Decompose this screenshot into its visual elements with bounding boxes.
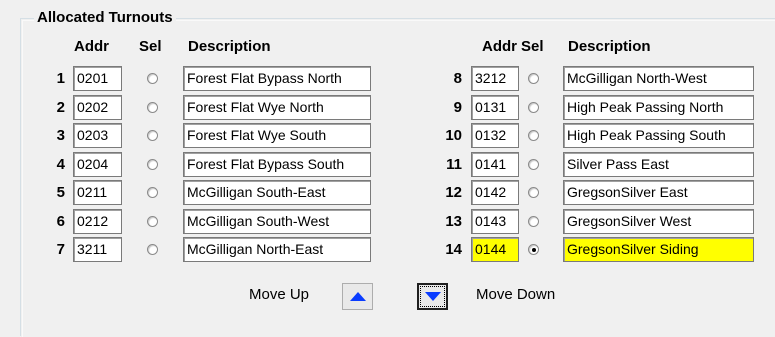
- select-radio[interactable]: [528, 216, 539, 227]
- description-field[interactable]: McGilligan North-East: [183, 237, 371, 262]
- addr-field[interactable]: 0131: [471, 95, 519, 120]
- move-down-label: Move Down: [476, 286, 556, 303]
- row-number: 14: [445, 241, 462, 258]
- addr-field[interactable]: 0211: [73, 180, 122, 205]
- addr-field[interactable]: 0143: [471, 209, 519, 234]
- addr-field[interactable]: 0141: [471, 152, 519, 177]
- addr-field[interactable]: 0202: [73, 95, 122, 120]
- select-radio[interactable]: [528, 244, 539, 255]
- select-radio[interactable]: [147, 73, 158, 84]
- row-number: 9: [453, 99, 462, 116]
- select-radio[interactable]: [147, 102, 158, 113]
- row-number: 4: [56, 156, 65, 173]
- description-field[interactable]: High Peak Passing South: [563, 123, 754, 148]
- description-field[interactable]: GregsonSilver West: [563, 209, 754, 234]
- arrow-up-icon: [350, 292, 366, 301]
- select-radio[interactable]: [528, 73, 539, 84]
- description-field[interactable]: Silver Pass East: [563, 152, 754, 177]
- group-title: Allocated Turnouts: [34, 9, 176, 27]
- description-field[interactable]: High Peak Passing North: [563, 95, 754, 120]
- description-field[interactable]: McGilligan South-West: [183, 209, 371, 234]
- description-field[interactable]: GregsonSilver Siding: [563, 237, 754, 262]
- addr-field[interactable]: 0142: [471, 180, 519, 205]
- move-down-button[interactable]: [417, 283, 448, 310]
- header-addr-right: Addr: [482, 38, 517, 55]
- select-radio[interactable]: [528, 102, 539, 113]
- row-number: 6: [56, 213, 65, 230]
- header-addr-left: Addr: [74, 38, 109, 55]
- description-field[interactable]: McGilligan North-West: [563, 66, 754, 91]
- move-up-label: Move Up: [249, 286, 310, 303]
- addr-field[interactable]: 3211: [73, 237, 122, 262]
- row-number: 12: [445, 184, 462, 201]
- select-radio[interactable]: [528, 130, 539, 141]
- row-number: 1: [56, 70, 65, 87]
- move-up-button[interactable]: [342, 283, 373, 310]
- header-sel-right: Sel: [521, 38, 544, 55]
- select-radio[interactable]: [147, 187, 158, 198]
- select-radio[interactable]: [147, 159, 158, 170]
- addr-field[interactable]: 0132: [471, 123, 519, 148]
- description-field[interactable]: Forest Flat Wye South: [183, 123, 371, 148]
- addr-field[interactable]: 0144: [471, 237, 519, 262]
- arrow-down-icon: [425, 292, 441, 301]
- select-radio[interactable]: [147, 216, 158, 227]
- row-number: 3: [56, 127, 65, 144]
- row-number: 2: [56, 99, 65, 116]
- header-sel-left: Sel: [139, 38, 162, 55]
- addr-field[interactable]: 0204: [73, 152, 122, 177]
- addr-field[interactable]: 0201: [73, 66, 122, 91]
- select-radio[interactable]: [147, 244, 158, 255]
- row-number: 7: [56, 241, 65, 258]
- row-number: 10: [445, 127, 462, 144]
- description-field[interactable]: Forest Flat Wye North: [183, 95, 371, 120]
- select-radio[interactable]: [528, 187, 539, 198]
- row-number: 13: [445, 213, 462, 230]
- addr-field[interactable]: 0212: [73, 209, 122, 234]
- description-field[interactable]: Forest Flat Bypass South: [183, 152, 371, 177]
- header-description-right: Description: [568, 38, 651, 55]
- select-radio[interactable]: [147, 130, 158, 141]
- addr-field[interactable]: 0203: [73, 123, 122, 148]
- description-field[interactable]: Forest Flat Bypass North: [183, 66, 371, 91]
- row-number: 5: [56, 184, 65, 201]
- description-field[interactable]: McGilligan South-East: [183, 180, 371, 205]
- description-field[interactable]: GregsonSilver East: [563, 180, 754, 205]
- addr-field[interactable]: 3212: [471, 66, 519, 91]
- select-radio[interactable]: [528, 159, 539, 170]
- row-number: 11: [446, 156, 462, 173]
- row-number: 8: [453, 70, 462, 87]
- header-description-left: Description: [188, 38, 271, 55]
